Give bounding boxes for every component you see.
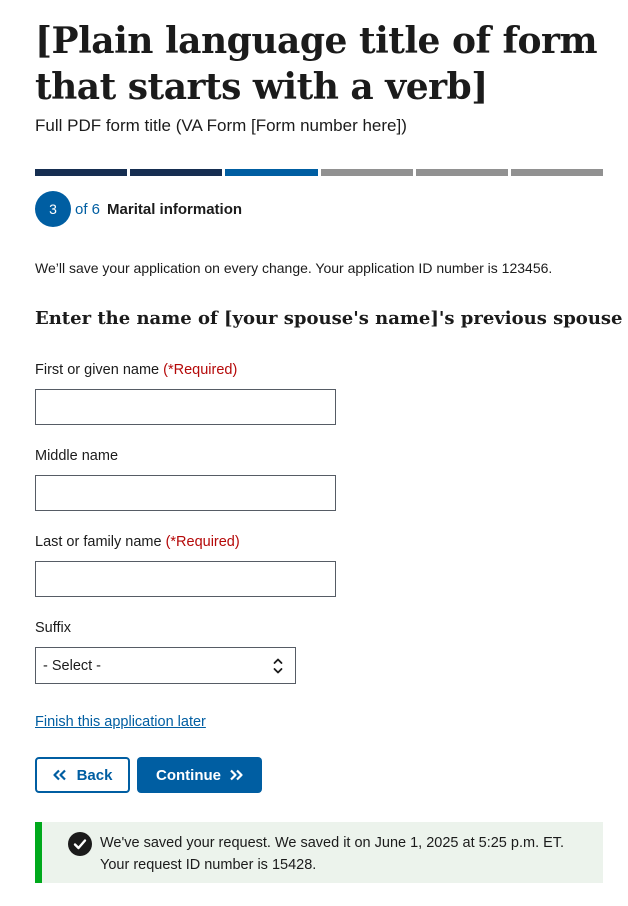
unfold-icon: [273, 656, 283, 680]
step-of-total: of 6: [75, 200, 101, 218]
double-chevron-right-icon: [229, 769, 243, 781]
double-chevron-left-icon: [52, 769, 67, 781]
success-alert: We've saved your request. We saved it on…: [35, 822, 603, 883]
last-name-input[interactable]: [35, 561, 336, 597]
suffix-label-text: Suffix: [35, 620, 72, 636]
save-notice: We’ll save your application on every cha…: [35, 260, 553, 276]
last-name-label-text: Last or family name: [35, 534, 162, 550]
finish-later-link[interactable]: Finish this application later: [35, 714, 206, 730]
alert-message: We've saved your request. We saved it on…: [100, 832, 564, 876]
back-button[interactable]: Back: [35, 757, 130, 793]
step-number-circle: 3: [35, 191, 71, 227]
progress-segment-complete: [130, 169, 223, 176]
middle-name-input[interactable]: [35, 475, 336, 511]
progress-segment-incomplete: [510, 169, 604, 176]
first-name-label-text: First or given name: [35, 362, 160, 378]
progress-segment-current: [225, 169, 318, 176]
check-circle-icon: [68, 832, 92, 856]
suffix-select[interactable]: - Select -: [35, 647, 296, 684]
progress-bar: [35, 169, 604, 176]
last-name-label: Last or family name (*Required): [35, 534, 240, 550]
page-title: [Plain language title of form that start…: [35, 20, 598, 108]
back-button-label: Back: [76, 766, 113, 784]
progress-segment-incomplete: [415, 169, 508, 176]
continue-button[interactable]: Continue: [137, 757, 262, 793]
alert-line-2: Your request ID number is 15428.: [100, 857, 317, 873]
continue-button-label: Continue: [156, 766, 221, 784]
section-heading: Enter the name of [your spouse's name]'s…: [35, 308, 623, 329]
middle-name-label: Middle name: [35, 448, 118, 464]
middle-name-label-text: Middle name: [35, 448, 119, 464]
required-indicator: (*Required): [165, 534, 240, 550]
progress-segment-complete: [35, 169, 128, 176]
alert-line-1: We've saved your request. We saved it on…: [100, 835, 565, 851]
form-subtitle: Full PDF form title (VA Form [Form numbe…: [35, 116, 407, 135]
suffix-selected-value: - Select -: [43, 657, 102, 674]
required-indicator: (*Required): [163, 362, 238, 378]
progress-segment-incomplete: [320, 169, 413, 176]
first-name-label: First or given name (*Required): [35, 362, 237, 378]
suffix-label: Suffix: [35, 620, 71, 636]
step-title: Marital information: [107, 200, 243, 218]
first-name-input[interactable]: [35, 389, 336, 425]
step-indicator: 3 of 6 Marital information: [35, 191, 242, 227]
